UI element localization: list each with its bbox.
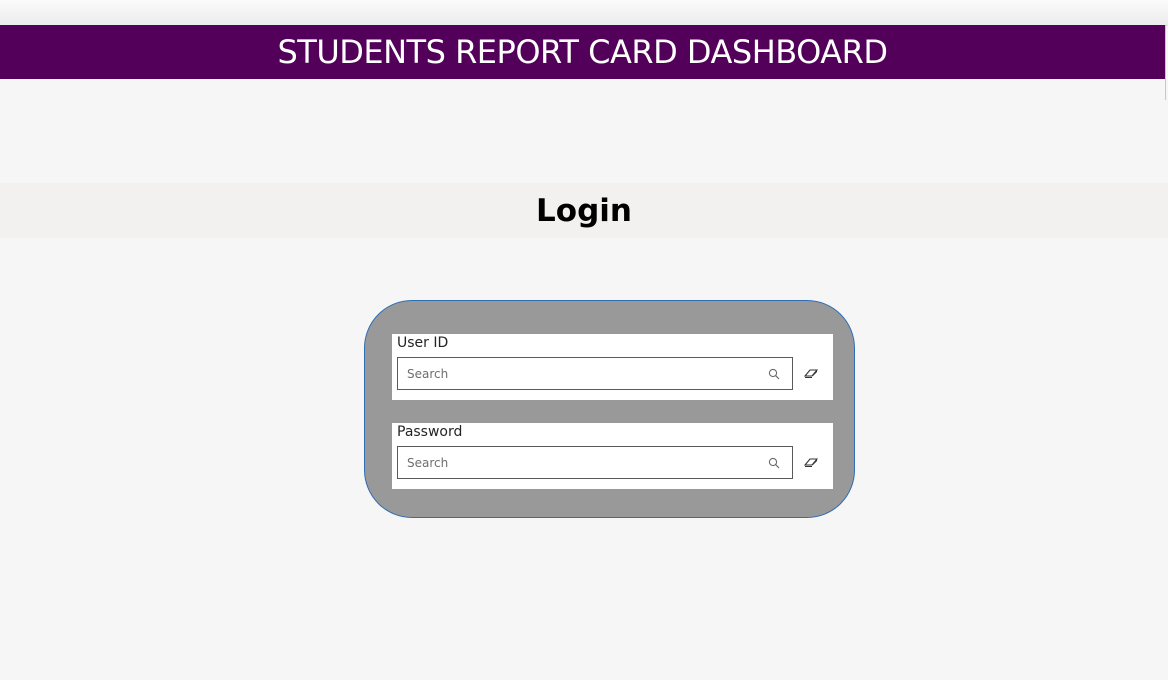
- divider: [1165, 25, 1166, 100]
- password-slicer: Password: [392, 423, 833, 489]
- password-search-input[interactable]: [398, 447, 767, 478]
- search-icon[interactable]: [768, 368, 780, 380]
- eraser-icon[interactable]: [804, 367, 818, 379]
- password-search-box: [397, 446, 793, 479]
- user-id-search-box: [397, 357, 793, 390]
- browser-top-bar: [0, 0, 1168, 26]
- user-id-slicer: User ID: [392, 334, 833, 400]
- dashboard-title: STUDENTS REPORT CARD DASHBOARD: [277, 33, 888, 71]
- user-id-search-input[interactable]: [398, 358, 767, 389]
- dashboard-header: STUDENTS REPORT CARD DASHBOARD: [0, 25, 1165, 79]
- login-title: Login: [536, 192, 632, 229]
- search-icon[interactable]: [768, 457, 780, 469]
- login-heading-band: Login: [0, 183, 1168, 238]
- login-panel: User ID Password: [364, 300, 855, 518]
- password-label: Password: [397, 424, 463, 440]
- user-id-label: User ID: [397, 335, 449, 351]
- eraser-icon[interactable]: [804, 456, 818, 468]
